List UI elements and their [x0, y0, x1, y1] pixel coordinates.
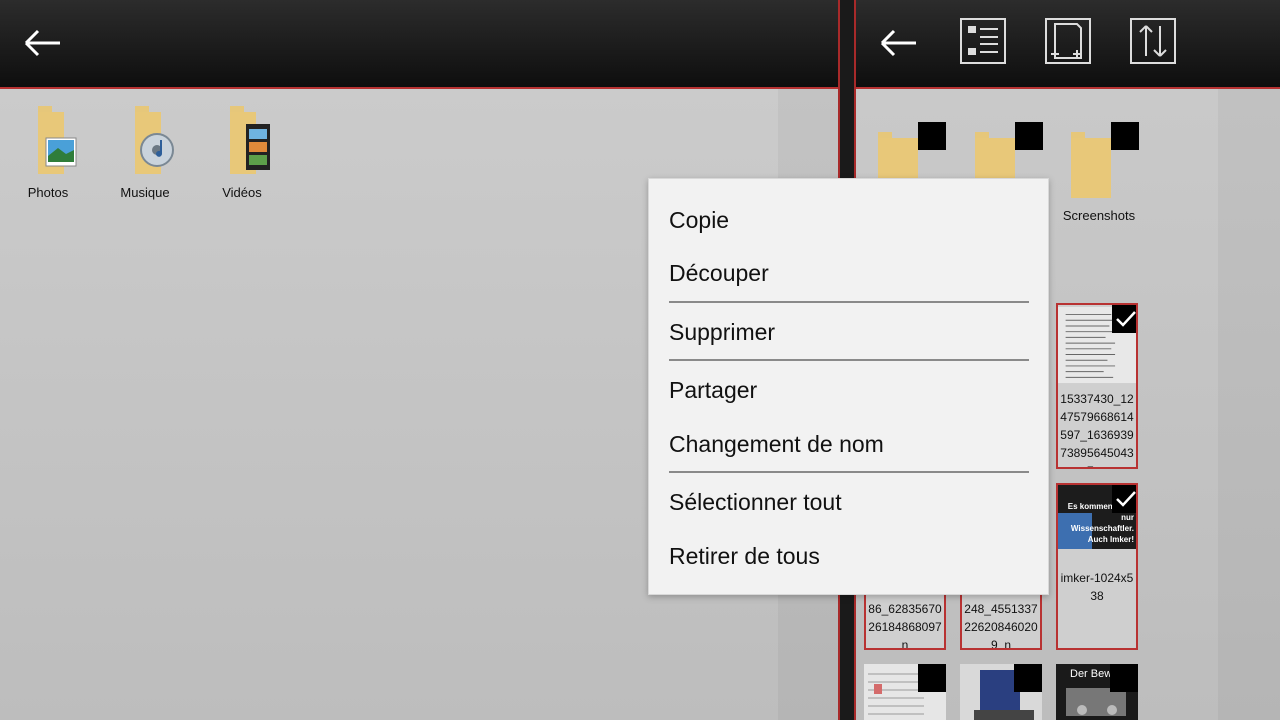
- menu-item-deselect-all[interactable]: Retirer de tous: [669, 543, 820, 570]
- file-tile-selected[interactable]: 15337430_1247579668614597_16369397389564…: [1056, 303, 1138, 469]
- back-arrow-icon[interactable]: [20, 20, 66, 66]
- menu-item-cut[interactable]: Découper: [669, 260, 769, 287]
- menu-item-select-all[interactable]: Sélectionner tout: [669, 489, 842, 516]
- menu-item-copy[interactable]: Copie: [669, 207, 729, 234]
- folder-label: Photos: [27, 185, 69, 200]
- selection-checkbox[interactable]: [1014, 664, 1042, 692]
- checkmark-icon[interactable]: [1112, 485, 1136, 513]
- new-file-icon: [1051, 23, 1082, 59]
- folder-music-icon: [135, 106, 174, 174]
- menu-separator: [669, 301, 1029, 303]
- view-list-button[interactable]: [960, 18, 1006, 64]
- new-file-button[interactable]: [1045, 18, 1091, 64]
- file-name: 15337430_1247579668614597_16369397389564…: [1060, 392, 1134, 467]
- right-toolbar: [856, 0, 1280, 89]
- folder-videos-icon: [230, 106, 270, 174]
- file-tile[interactable]: [960, 664, 1042, 720]
- selection-checkbox[interactable]: [918, 664, 946, 692]
- folder-videos[interactable]: Vidéos: [197, 104, 287, 200]
- menu-item-rename[interactable]: Changement de nom: [669, 431, 884, 458]
- folder-label: Musique: [120, 185, 170, 200]
- selection-checkbox[interactable]: [1110, 664, 1138, 692]
- back-arrow-icon[interactable]: [876, 20, 922, 66]
- folder-pictures-icon: [38, 106, 77, 174]
- selection-checkbox[interactable]: [1111, 122, 1139, 150]
- folder-music[interactable]: Musique: [100, 104, 190, 200]
- right-scroll-area: [1218, 89, 1280, 720]
- selection-checkbox[interactable]: [918, 122, 946, 150]
- folder-label: Vidéos: [222, 185, 262, 200]
- sort-button[interactable]: [1130, 18, 1176, 64]
- file-tile[interactable]: [864, 664, 946, 720]
- menu-item-delete[interactable]: Supprimer: [669, 319, 775, 346]
- sort-icon: [1139, 25, 1167, 57]
- view-list-icon: [968, 26, 998, 55]
- folder-photos[interactable]: Photos: [3, 104, 93, 200]
- checkmark-icon[interactable]: [1112, 305, 1136, 333]
- folder-label: Screenshots: [1062, 208, 1136, 223]
- context-menu: Copie Découper Supprimer Partager Change…: [648, 178, 1049, 595]
- file-tile-selected[interactable]: Es kommen nicht nur Wissenschaftler. Auc…: [1056, 483, 1138, 650]
- file-tile[interactable]: Der Bew: [1056, 664, 1138, 720]
- file-name: imker-1024x5 38: [1060, 571, 1134, 603]
- menu-item-share[interactable]: Partager: [669, 377, 757, 404]
- selection-checkbox[interactable]: [1015, 122, 1043, 150]
- folder-icon: [1071, 132, 1111, 198]
- folder-screenshots[interactable]: Screenshots: [1063, 122, 1161, 223]
- menu-separator: [669, 359, 1029, 361]
- left-toolbar: [0, 0, 838, 89]
- menu-separator: [669, 471, 1029, 473]
